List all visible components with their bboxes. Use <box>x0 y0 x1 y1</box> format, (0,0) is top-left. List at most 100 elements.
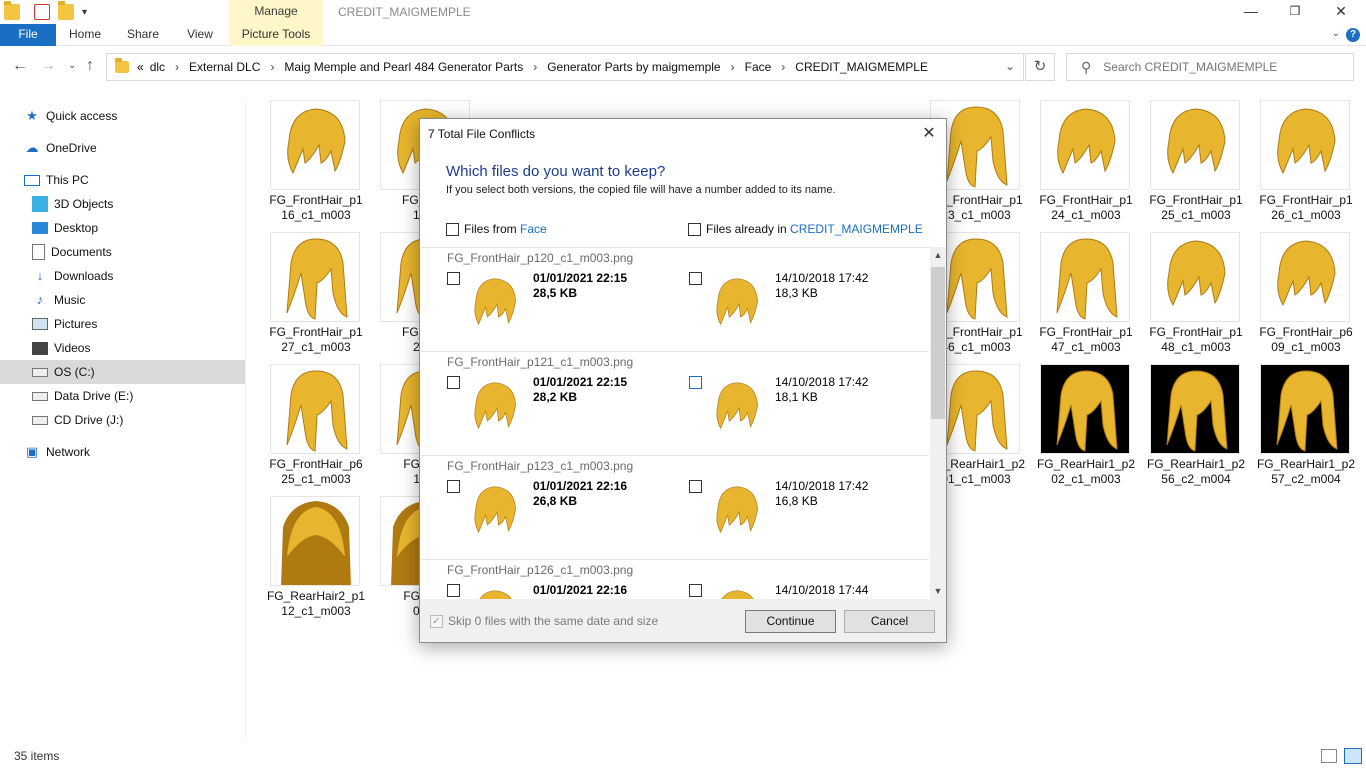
files-from-source-checkbox[interactable] <box>446 223 459 236</box>
refresh-button[interactable]: ↻ <box>1025 53 1055 81</box>
keep-new-file-checkbox[interactable] <box>447 584 460 597</box>
keep-new-file-checkbox[interactable] <box>447 376 460 389</box>
keep-new-file-checkbox[interactable] <box>447 480 460 493</box>
file-thumbnail[interactable]: FG_RearHair2_p1 12_c1_m003 <box>266 496 366 624</box>
address-dropdown-icon[interactable]: ⌄ <box>1005 59 1015 73</box>
tab-home[interactable]: Home <box>62 24 108 46</box>
properties-icon[interactable] <box>34 4 50 20</box>
keep-existing-file-checkbox[interactable] <box>689 376 702 389</box>
search-input[interactable] <box>1103 60 1334 74</box>
sidebar-item-label: Pictures <box>54 317 98 331</box>
file-thumbnail[interactable]: FG_FrontHair_p6 09_c1_m003 <box>1256 232 1356 360</box>
file-thumbnail[interactable]: FG_FrontHair_p1 25_c1_m003 <box>1146 100 1246 228</box>
new-folder-icon[interactable] <box>58 1 74 20</box>
sidebar-item-documents[interactable]: Documents <box>0 240 245 264</box>
file-thumbnail[interactable]: FG_RearHair1_p2 56_c2_m004 <box>1146 364 1246 492</box>
breadcrumb-current[interactable]: CREDIT_MAIGMEMPLE <box>795 60 928 74</box>
continue-button[interactable]: Continue <box>745 610 836 633</box>
tab-picture-tools[interactable]: Picture Tools <box>229 24 323 46</box>
file-thumbnail[interactable]: FG_RearHair1_p2 02_c1_m003 <box>1036 364 1136 492</box>
sidebar-item-music[interactable]: ♪ Music <box>0 288 245 312</box>
scroll-down-icon[interactable]: ▼ <box>930 583 946 599</box>
scroll-thumb[interactable] <box>931 267 945 419</box>
breadcrumb-separator[interactable]: › <box>731 60 735 74</box>
minimize-button[interactable]: — <box>1228 0 1274 24</box>
keep-existing-file-checkbox[interactable] <box>689 272 702 285</box>
search-box[interactable]: ⚲ <box>1066 53 1354 81</box>
sidebar-item-label: Videos <box>54 341 91 355</box>
large-icons-view-icon[interactable] <box>1344 748 1362 764</box>
sidebar-item-3d-objects[interactable]: 3D Objects <box>0 192 245 216</box>
close-button[interactable]: ✕ <box>1318 0 1364 24</box>
cancel-button[interactable]: Cancel <box>844 610 935 633</box>
breadcrumb-separator[interactable]: › <box>781 60 785 74</box>
sidebar-item-onedrive[interactable]: ☁ OneDrive <box>0 136 245 160</box>
keep-existing-file-checkbox[interactable] <box>689 480 702 493</box>
sidebar-item-label: This PC <box>46 173 89 187</box>
manage-context-tab[interactable]: Manage <box>229 0 323 24</box>
file-thumbnail[interactable]: FG_RearHair1_p2 57_c2_m004 <box>1256 364 1356 492</box>
sidebar-item-label: OneDrive <box>46 141 97 155</box>
file-thumbnail[interactable]: FG_FrontHair_p1 26_c1_m003 <box>1256 100 1356 228</box>
download-icon: ↓ <box>36 268 44 283</box>
breadcrumb-external-dlc[interactable]: External DLC <box>189 60 260 74</box>
hair-image <box>270 496 360 586</box>
tab-share[interactable]: Share <box>120 24 166 46</box>
sidebar-item-desktop[interactable]: Desktop <box>0 216 245 240</box>
destination-header-text: Files already in <box>706 222 791 236</box>
sidebar-item-cd-drive-j[interactable]: CD Drive (J:) <box>0 408 245 432</box>
maximize-button[interactable]: ❐ <box>1272 0 1318 24</box>
skip-same-files-label: Skip 0 files with the same date and size <box>448 614 659 628</box>
forward-arrow-icon[interactable]: → <box>40 57 56 75</box>
file-thumbnail[interactable]: FG_FrontHair_p1 24_c1_m003 <box>1036 100 1136 228</box>
file-thumbnail[interactable]: FG_FrontHair_p1 47_c1_m003 <box>1036 232 1136 360</box>
scrollbar[interactable]: ▲ ▼ <box>930 247 946 599</box>
help-icon[interactable]: ? <box>1346 28 1360 42</box>
sidebar-item-videos[interactable]: Videos <box>0 336 245 360</box>
file-name: FG_FrontHair_p1 26_c1_m003 <box>1259 193 1353 222</box>
up-arrow-icon[interactable]: ↑ <box>86 57 94 75</box>
customize-toolbar-icon[interactable]: ▾ <box>82 7 87 18</box>
sidebar-item-downloads[interactable]: ↓ Downloads <box>0 264 245 288</box>
search-icon: ⚲ <box>1081 58 1092 75</box>
file-thumbnail[interactable]: FG_FrontHair_p1 16_c1_m003 <box>266 100 366 228</box>
recent-locations-icon[interactable]: ⌄ <box>68 60 76 71</box>
source-folder-link[interactable]: Face <box>520 222 547 236</box>
sidebar-item-network[interactable]: ▣ Network <box>0 440 245 464</box>
file-thumbnail[interactable]: FG_FrontHair_p1 48_c1_m003 <box>1146 232 1246 360</box>
chevron-down-icon[interactable]: ⌄ <box>1332 28 1340 39</box>
breadcrumb-separator[interactable]: › <box>533 60 537 74</box>
tab-file[interactable]: File <box>0 24 56 46</box>
sidebar-item-quick-access[interactable]: ★ Quick access <box>0 104 245 128</box>
scroll-up-icon[interactable]: ▲ <box>930 247 946 263</box>
breadcrumb-overflow[interactable]: « <box>137 60 144 74</box>
sidebar-item-pictures[interactable]: Pictures <box>0 312 245 336</box>
breadcrumb-dlc[interactable]: dlc <box>150 60 165 74</box>
sidebar-item-os-c[interactable]: OS (C:) <box>0 360 245 384</box>
file-thumbnail[interactable]: FG_FrontHair_p1 27_c1_m003 <box>266 232 366 360</box>
keep-existing-file-checkbox[interactable] <box>689 584 702 597</box>
address-bar[interactable]: « dlc › External DLC › Maig Memple and P… <box>106 53 1024 81</box>
keep-new-file-checkbox[interactable] <box>447 272 460 285</box>
details-view-icon[interactable] <box>1321 749 1337 763</box>
breadcrumb-separator[interactable]: › <box>175 60 179 74</box>
breadcrumb-face[interactable]: Face <box>745 60 772 74</box>
destination-folder-link[interactable]: CREDIT_MAIGMEMPLE <box>790 222 923 236</box>
sidebar-item-data-drive-e[interactable]: Data Drive (E:) <box>0 384 245 408</box>
existing-file-date: 14/10/2018 17:42 <box>775 375 869 389</box>
cd-icon <box>32 415 48 425</box>
file-name: FG_FrontHair_p6 09_c1_m003 <box>1259 325 1353 354</box>
new-file-date: 01/01/2021 22:16 <box>533 583 628 597</box>
destination-column-header: Files already in CREDIT_MAIGMEMPLE <box>706 222 923 236</box>
dialog-close-icon[interactable]: ✕ <box>918 123 940 145</box>
tab-view[interactable]: View <box>178 24 222 46</box>
cloud-icon: ☁ <box>25 140 39 155</box>
back-arrow-icon[interactable]: ← <box>12 57 28 75</box>
breadcrumb-maig-memple[interactable]: Maig Memple and Pearl 484 Generator Part… <box>284 60 523 74</box>
breadcrumb-separator[interactable]: › <box>270 60 274 74</box>
breadcrumb-generator-parts[interactable]: Generator Parts by maigmemple <box>547 60 720 74</box>
sidebar-item-this-pc[interactable]: This PC <box>0 168 245 192</box>
existing-file-date: 14/10/2018 17:42 <box>775 271 869 285</box>
file-thumbnail[interactable]: FG_FrontHair_p6 25_c1_m003 <box>266 364 366 492</box>
files-in-destination-checkbox[interactable] <box>688 223 701 236</box>
